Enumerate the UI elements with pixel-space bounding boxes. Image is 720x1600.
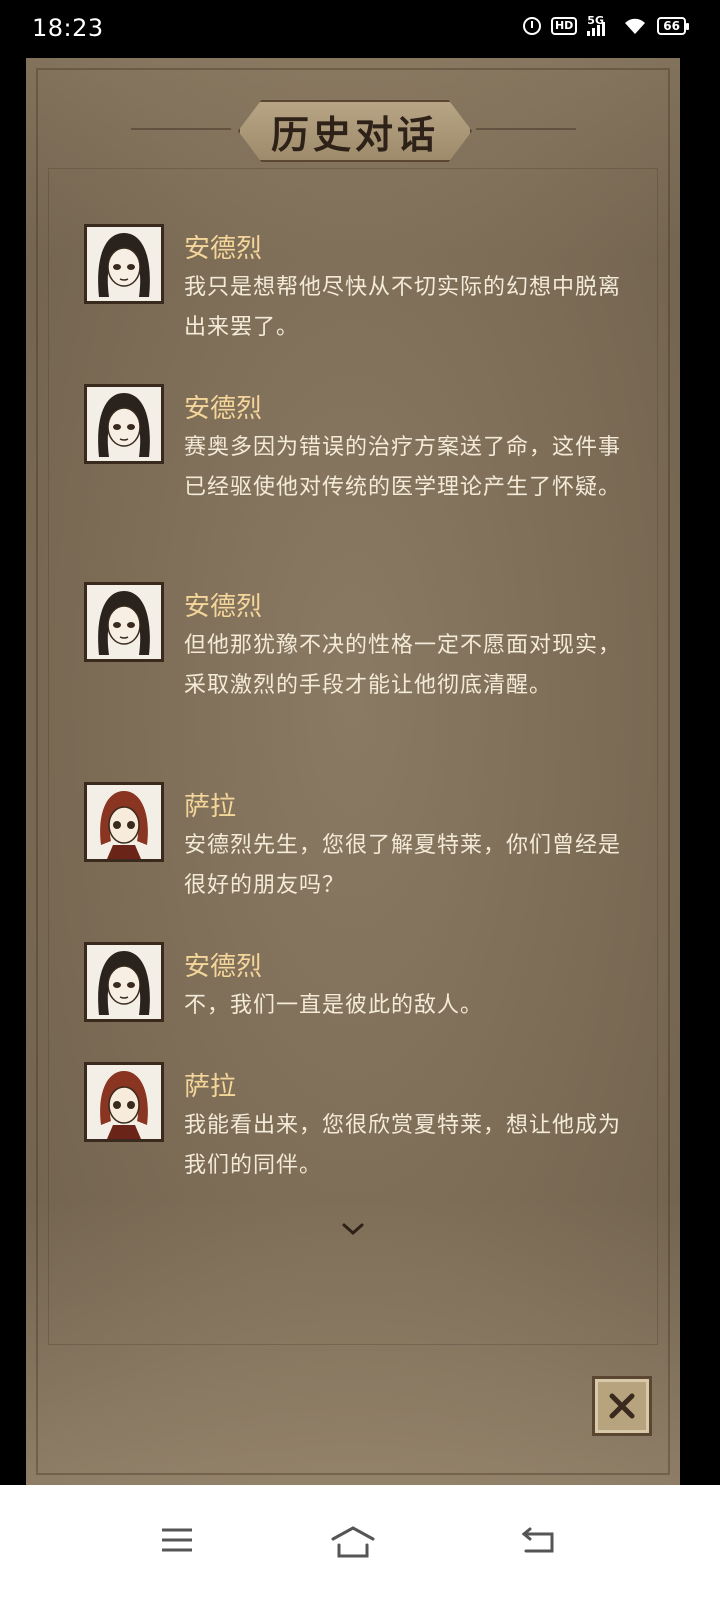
speaker-name: 安德烈 <box>184 394 263 424</box>
status-time: 18:23 <box>32 14 104 42</box>
back-icon[interactable] <box>520 1525 556 1555</box>
dialog-text: 但他那犹豫不决的性格一定不愿面对现实，采取激烈的手段才能让他彻底清醒。 <box>184 633 622 698</box>
speaker-name: 安德烈 <box>184 592 263 622</box>
andre-avatar <box>84 582 164 662</box>
menu-icon[interactable] <box>160 1525 194 1555</box>
close-button[interactable] <box>592 1376 652 1436</box>
speaker-name: 萨拉 <box>184 792 237 822</box>
history-dialog-panel: 历史对话 安德烈 我只是想帮他尽快从不切实际的幻想中脱离出来罢了。 安德烈 赛奥… <box>26 58 680 1485</box>
battery-level: 66 <box>663 19 680 33</box>
speaker-name: 萨拉 <box>184 1072 237 1102</box>
speaker-name: 安德烈 <box>184 234 263 264</box>
speaker-name: 安德烈 <box>184 952 263 982</box>
andre-avatar <box>84 942 164 1022</box>
dialog-text: 不，我们一直是彼此的敌人。 <box>184 993 484 1018</box>
dialog-text: 我只是想帮他尽快从不切实际的幻想中脱离出来罢了。 <box>184 275 622 340</box>
close-icon <box>609 1393 635 1419</box>
alarm-icon <box>522 17 541 35</box>
dialog-text: 我能看出来，您很欣赏夏特莱，想让他成为我们的同伴。 <box>184 1113 622 1178</box>
sarah-avatar <box>84 782 164 862</box>
home-icon[interactable] <box>330 1525 376 1559</box>
title-plate: 历史对话 <box>238 100 472 162</box>
title-ornament-left <box>131 128 231 130</box>
sarah-avatar <box>84 1062 164 1142</box>
dialog-text: 安德烈先生，您很了解夏特莱，你们曾经是很好的朋友吗？ <box>184 833 622 898</box>
chevron-down-icon[interactable] <box>341 1222 365 1236</box>
andre-avatar <box>84 224 164 304</box>
battery-icon: 66 <box>657 17 689 35</box>
andre-avatar <box>84 384 164 464</box>
status-bar: 18:23 HD 5G 66 <box>0 0 720 58</box>
hd-icon: HD <box>550 17 578 35</box>
wifi-icon <box>625 18 646 34</box>
system-nav-bar <box>0 1485 720 1600</box>
signal-5g-icon: 5G <box>587 14 613 36</box>
dialog-text: 赛奥多因为错误的治疗方案送了命，这件事已经驱使他对传统的医学理论产生了怀疑。 <box>184 435 622 500</box>
status-icons: HD 5G 66 <box>522 14 689 36</box>
title-ornament-right <box>476 128 576 130</box>
dialog-title: 历史对话 <box>270 111 439 157</box>
